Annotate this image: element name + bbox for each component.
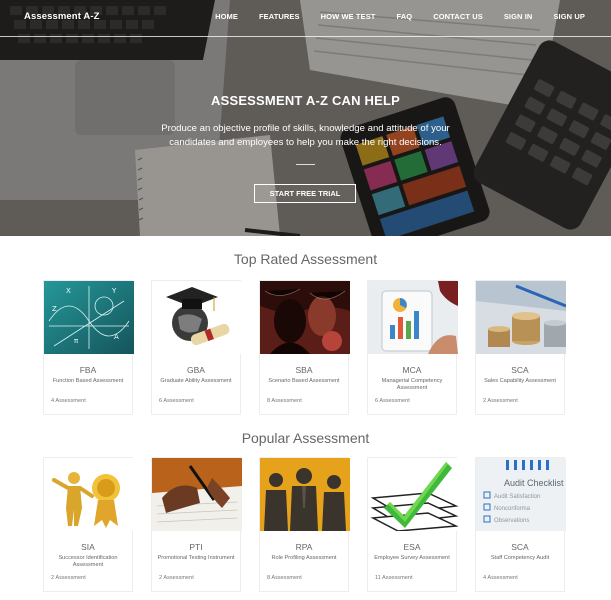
card-abbreviation: SIA <box>81 542 95 552</box>
business-people-image <box>260 458 350 531</box>
card-assessment-count: 6 Assessment <box>375 398 410 404</box>
nav-menu: HOME FEATURES HOW WE TEST FAQ CONTACT US… <box>194 12 585 21</box>
card-assessment-count: 6 Assessment <box>159 398 194 404</box>
card-abbreviation: SCA <box>511 365 529 375</box>
card-full-name: Employee Survey Assessment <box>374 555 450 561</box>
nav-divider <box>0 36 611 37</box>
card-assessment-count: 2 Assessment <box>51 575 86 581</box>
signing-document-image <box>152 458 242 531</box>
assessment-card-sba[interactable]: SBA Scenario Based Assessment 8 Assessme… <box>259 280 350 415</box>
svg-text:Nonconforma: Nonconforma <box>494 506 531 512</box>
card-abbreviation: ESA <box>403 542 421 552</box>
assessment-card-sca-popular[interactable]: Audit Checklist Audit Satisfaction Nonco… <box>475 457 566 592</box>
silhouette-scenario-image <box>260 281 350 354</box>
card-assessment-count: 11 Assessment <box>375 575 413 581</box>
assessment-card-rpa[interactable]: RPA Role Profiling Assessment 8 Assessme… <box>259 457 350 592</box>
math-chalkboard-image: XYZAπ <box>44 281 134 354</box>
top-rated-title: Top Rated Assessment <box>233 251 378 267</box>
popular-title: Popular Assessment <box>241 430 370 446</box>
card-assessment-count: 2 Assessment <box>159 575 194 581</box>
svg-text:A: A <box>114 333 119 341</box>
popular-cards: SIA Successor Identification Assessment … <box>43 457 566 592</box>
card-full-name: Role Profiling Assessment <box>271 555 337 561</box>
nav-link-sign-up[interactable]: SIGN UP <box>553 12 585 21</box>
card-full-name: Managerial Competency Assessment <box>381 378 443 391</box>
audit-checklist-image: Audit Checklist Audit Satisfaction Nonco… <box>476 458 566 531</box>
tablet-chart-image <box>368 281 458 354</box>
graduation-cap-globe-image <box>152 281 242 354</box>
card-abbreviation: PTI <box>189 542 203 552</box>
assessment-card-sca-top[interactable]: SCA Sales Capability Assessment 2 Assess… <box>475 280 566 415</box>
card-abbreviation: MCA <box>402 365 422 375</box>
nav-link-contact-us[interactable]: CONTACT US <box>433 12 483 21</box>
nav-link-faq[interactable]: FAQ <box>397 12 413 21</box>
card-assessment-count: 2 Assessment <box>483 398 518 404</box>
top-rated-cards: XYZAπ FBA Function Based Assessment 4 As… <box>43 280 566 415</box>
coin-stacks-image <box>476 281 566 354</box>
card-abbreviation: SBA <box>295 365 313 375</box>
card-abbreviation: FBA <box>79 365 97 375</box>
green-checkmark-image <box>368 458 458 531</box>
assessment-card-esa[interactable]: ESA Employee Survey Assessment 11 Assess… <box>367 457 458 592</box>
top-navigation: Assessment A-Z HOME FEATURES HOW WE TEST… <box>0 0 611 37</box>
brand-logo[interactable]: Assessment A-Z <box>24 11 100 22</box>
nav-link-home[interactable]: HOME <box>215 12 238 21</box>
svg-text:Z: Z <box>52 305 57 313</box>
nav-link-how-we-test[interactable]: HOW WE TEST <box>321 12 376 21</box>
card-assessment-count: 8 Assessment <box>267 398 302 404</box>
svg-text:Observations: Observations <box>494 518 529 524</box>
assessment-card-pti[interactable]: PTI Promotional Testing Instrument 2 Ass… <box>151 457 242 592</box>
card-full-name: Staff Competency Audit <box>490 555 550 561</box>
card-abbreviation: SCA <box>511 542 529 552</box>
card-assessment-count: 4 Assessment <box>51 398 86 404</box>
card-abbreviation: GBA <box>187 365 205 375</box>
hero-divider <box>296 164 315 165</box>
card-full-name: Graduate Ability Assessment <box>160 378 232 384</box>
card-assessment-count: 4 Assessment <box>483 575 518 581</box>
svg-text:Audit Satisfaction: Audit Satisfaction <box>494 494 540 500</box>
gold-figure-award-image <box>44 458 134 531</box>
nav-link-features[interactable]: FEATURES <box>259 12 300 21</box>
start-free-trial-button[interactable]: START FREE TRIAL <box>254 184 356 203</box>
assessment-card-gba[interactable]: GBA Graduate Ability Assessment 6 Assess… <box>151 280 242 415</box>
card-full-name: Scenario Based Assessment <box>268 378 340 384</box>
svg-text:X: X <box>66 287 71 295</box>
assessment-card-sia[interactable]: SIA Successor Identification Assessment … <box>43 457 134 592</box>
svg-text:Y: Y <box>111 287 117 295</box>
card-full-name: Successor Identification Assessment <box>58 555 118 568</box>
hero-subtitle: Produce an objective profile of skills, … <box>161 123 450 148</box>
nav-link-sign-in[interactable]: SIGN IN <box>504 12 533 21</box>
svg-text:Audit Checklist: Audit Checklist <box>504 478 564 488</box>
card-abbreviation: RPA <box>295 542 313 552</box>
hero-title: ASSESSMENT A-Z CAN HELP <box>210 93 401 108</box>
card-full-name: Promotional Testing Instrument <box>157 555 235 561</box>
assessment-card-mca[interactable]: MCA Managerial Competency Assessment 6 A… <box>367 280 458 415</box>
card-full-name: Function Based Assessment <box>52 378 124 384</box>
hero-banner: Assessment A-Z HOME FEATURES HOW WE TEST… <box>0 0 611 236</box>
assessment-card-fba[interactable]: XYZAπ FBA Function Based Assessment 4 As… <box>43 280 134 415</box>
card-full-name: Sales Capability Assessment <box>484 378 556 384</box>
card-assessment-count: 8 Assessment <box>267 575 302 581</box>
